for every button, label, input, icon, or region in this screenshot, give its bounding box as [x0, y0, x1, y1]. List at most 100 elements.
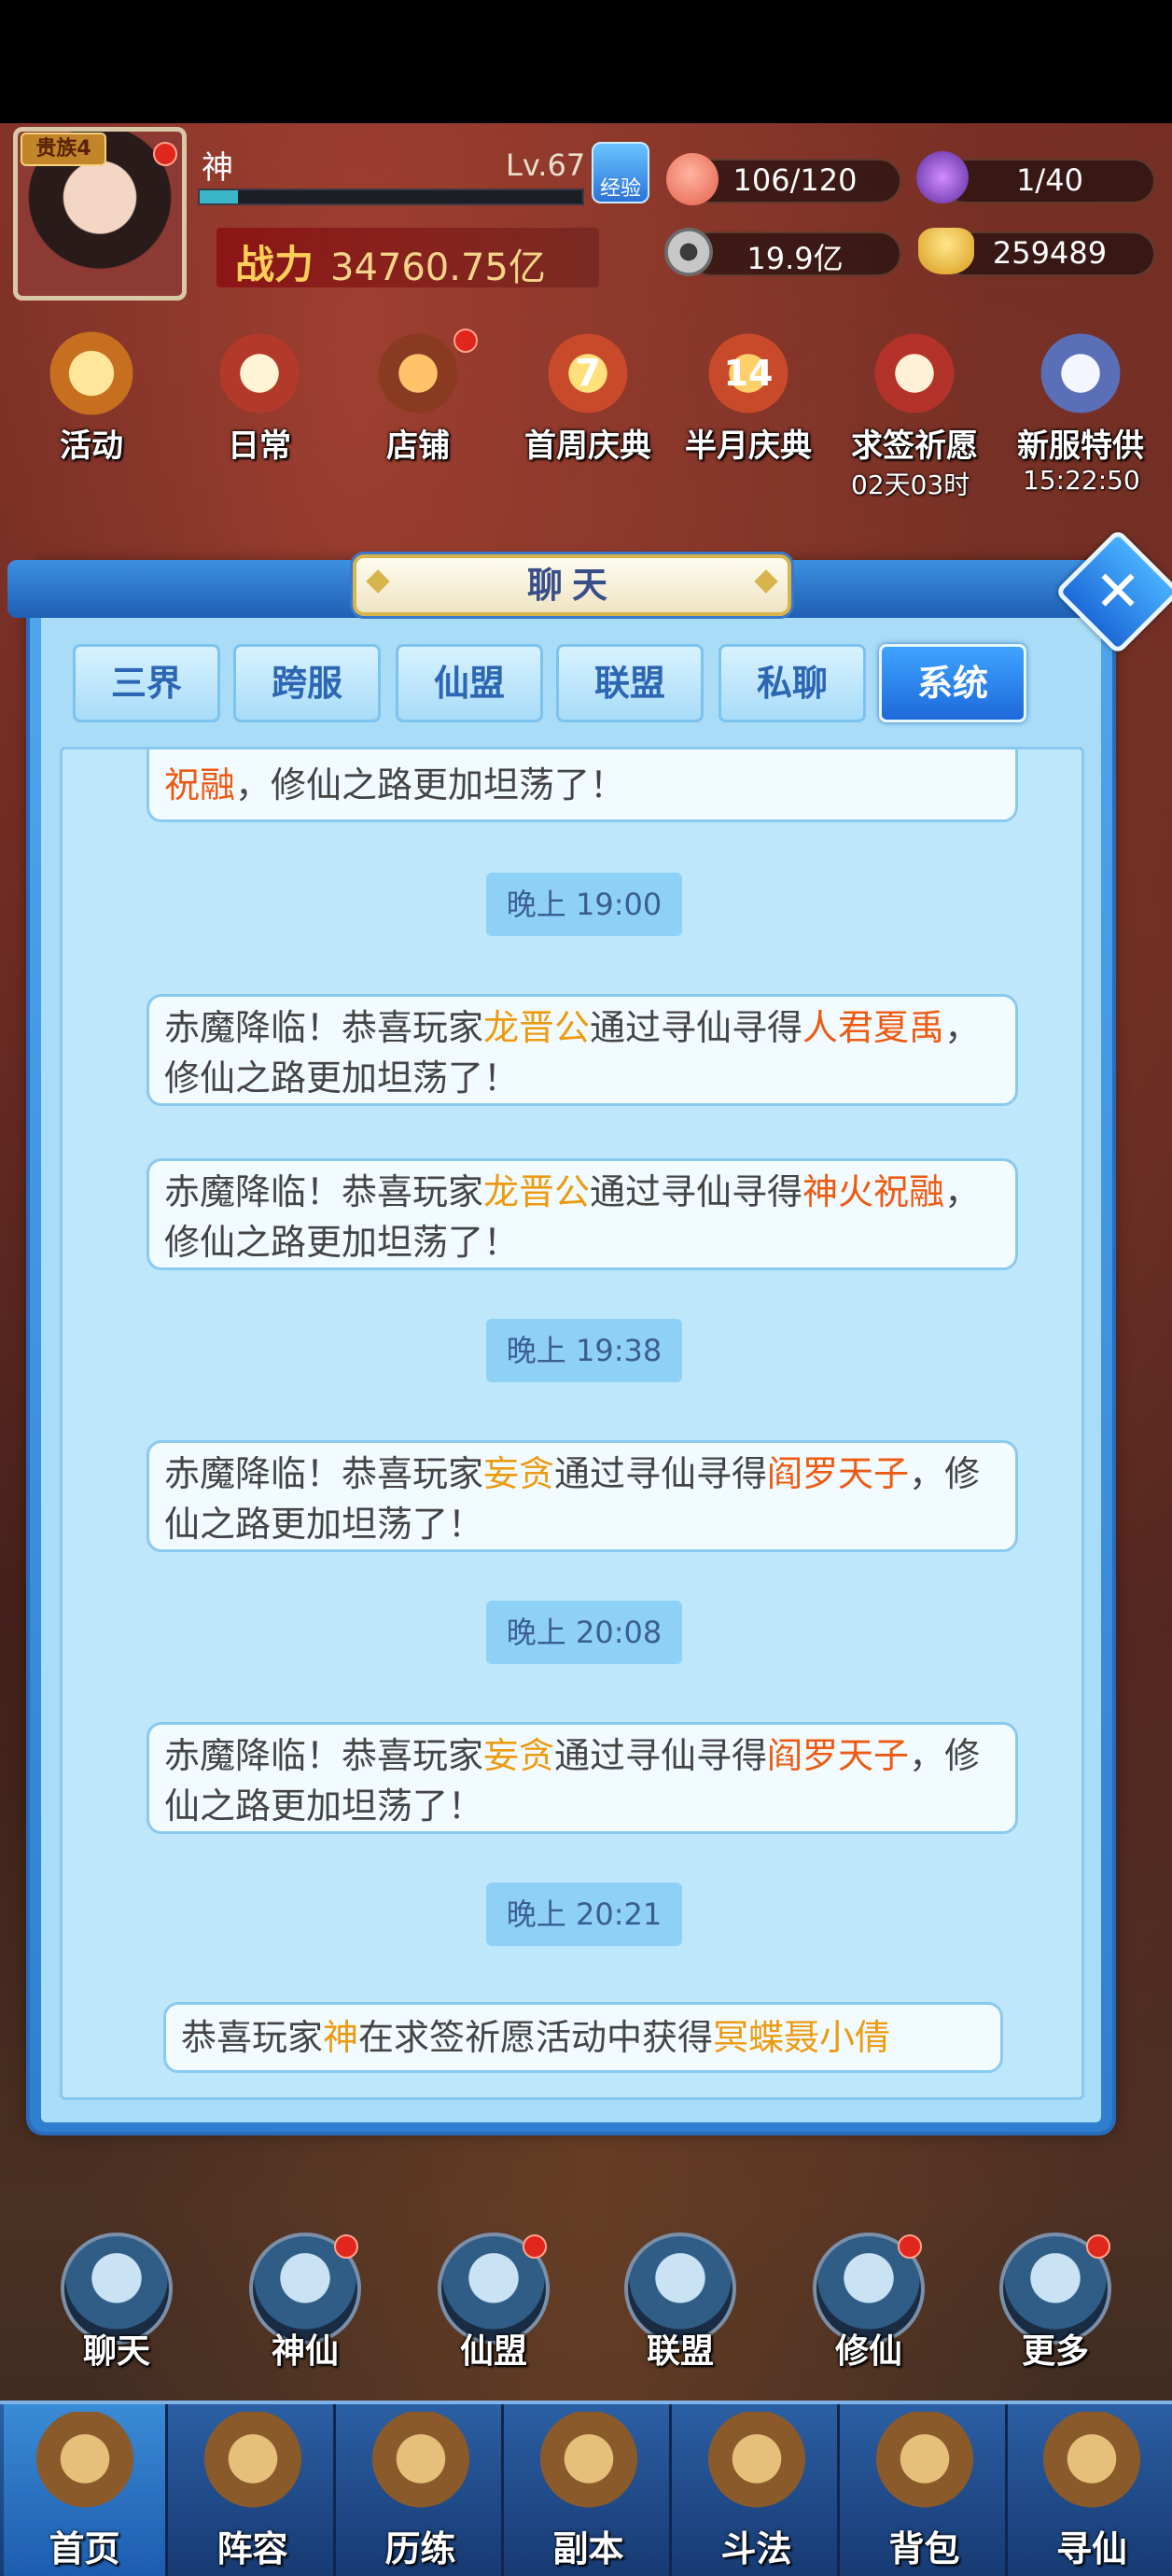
- message-highlight[interactable]: 龙晋公: [483, 1007, 590, 1048]
- celebration-icon: 14: [704, 329, 793, 418]
- tab-immortal-guild[interactable]: 仙盟: [396, 644, 543, 722]
- activity-label: 求签祈愿: [851, 427, 978, 465]
- activity-new-server[interactable]: 新服特供: [1006, 329, 1155, 466]
- nav-seek-immortal[interactable]: 寻仙: [1012, 2404, 1172, 2576]
- message-highlight[interactable]: 阎罗天子: [767, 1453, 909, 1494]
- message-highlight[interactable]: 神: [323, 2017, 358, 2058]
- player-name: 神: [202, 149, 233, 187]
- activity-daily[interactable]: 日常: [203, 329, 315, 466]
- exp-bar-fill: [200, 190, 238, 203]
- menu-label: 更多: [1021, 2332, 1089, 2371]
- chat-title: 聊天: [526, 565, 617, 606]
- menu-alliance[interactable]: 联盟: [620, 2233, 741, 2373]
- scroll-icon: [215, 329, 304, 418]
- menu-label: 仙盟: [459, 2332, 527, 2371]
- message-highlight[interactable]: 龙晋公: [483, 1171, 590, 1212]
- energy-value: 1/40: [1016, 162, 1083, 198]
- notification-dot: [453, 329, 478, 353]
- activity-event[interactable]: 活动: [35, 329, 147, 466]
- nav-label: 背包: [888, 2528, 960, 2569]
- message-text: 通过寻仙寻得: [590, 1007, 803, 1048]
- tab-alliance[interactable]: 联盟: [556, 644, 704, 722]
- message-text: 赤魔降临！恭喜玩家: [164, 1735, 484, 1776]
- exp-button[interactable]: 经验: [592, 142, 649, 203]
- nav-bag[interactable]: 背包: [844, 2404, 1008, 2576]
- timestamp: 晚上 20:08: [486, 1601, 682, 1664]
- message-text: ，修仙之路更加坦荡了！: [235, 764, 626, 805]
- message-text: 通过寻仙寻得: [554, 1453, 768, 1494]
- message-highlight[interactable]: 阎罗天子: [767, 1735, 909, 1776]
- nav-dungeon[interactable]: 副本: [508, 2404, 672, 2576]
- nav-label: 阵容: [216, 2528, 288, 2569]
- home-icon: [28, 2412, 141, 2516]
- message-text: 在求签祈愿活动中获得: [358, 2017, 714, 2058]
- activity-label: 活动: [60, 427, 123, 465]
- activity-label: 半月庆典: [685, 427, 812, 465]
- bag-icon: [868, 2412, 981, 2516]
- tab-cross-server[interactable]: 跨服: [233, 644, 381, 722]
- tab-private[interactable]: 私聊: [719, 644, 866, 722]
- notification-dot: [153, 142, 177, 166]
- celebration-icon: 7: [543, 329, 633, 418]
- activity-label: 新服特供: [1017, 427, 1144, 465]
- message-highlight[interactable]: 祝融: [164, 764, 235, 805]
- training-icon: [364, 2412, 477, 2516]
- activity-label: 首周庆典: [524, 427, 651, 465]
- coin-icon: [664, 228, 713, 276]
- vip-badge: 贵族4: [21, 133, 106, 166]
- menu-label: 聊天: [82, 2332, 150, 2371]
- message-highlight[interactable]: 冥蝶聂小倩: [713, 2017, 890, 2058]
- message-highlight[interactable]: 人君夏禹: [802, 1007, 944, 1048]
- fortune-timer: 02天03时: [851, 469, 970, 500]
- system-message: 恭喜玩家神在求签祈愿活动中获得冥蝶聂小倩: [163, 2002, 1003, 2073]
- system-message: 赤魔降临！恭喜玩家妄贪通过寻仙寻得阎罗天子，修仙之路更加坦荡了！: [146, 1440, 1018, 1552]
- character-icon: [1036, 329, 1125, 418]
- nav-duel[interactable]: 斗法: [676, 2404, 840, 2576]
- message-text: 通过寻仙寻得: [554, 1735, 768, 1776]
- message-highlight[interactable]: 妄贪: [483, 1735, 554, 1776]
- exp-bar: [198, 189, 584, 205]
- message-list[interactable]: 祝融，修仙之路更加坦荡了！ 晚上 19:00 赤魔降临！恭喜玩家龙晋公通过寻仙寻…: [60, 747, 1084, 2100]
- activity-fortune[interactable]: 求签祈愿: [840, 329, 989, 466]
- message-text: 通过寻仙寻得: [590, 1171, 803, 1212]
- timestamp: 晚上 19:00: [486, 873, 682, 936]
- system-message: 赤魔降临！恭喜玩家龙晋公通过寻仙寻得人君夏禹，修仙之路更加坦荡了！: [146, 994, 1018, 1106]
- nav-label: 历练: [384, 2528, 456, 2569]
- system-message: 祝融，修仙之路更加坦荡了！: [146, 749, 1018, 822]
- exp-button-label: 经验: [599, 177, 641, 201]
- lineup-icon: [196, 2412, 309, 2516]
- activity-first-week[interactable]: 7 首周庆典: [513, 329, 663, 466]
- message-highlight[interactable]: 神火祝融: [802, 1171, 944, 1212]
- menu-label: 修仙: [834, 2332, 902, 2371]
- system-message: 赤魔降临！恭喜玩家妄贪通过寻仙寻得阎罗天子，修仙之路更加坦荡了！: [146, 1722, 1018, 1834]
- menu-label: 神仙: [271, 2332, 339, 2371]
- message-highlight[interactable]: 妄贪: [483, 1453, 554, 1494]
- tab-system[interactable]: 系统: [879, 644, 1026, 722]
- stamina-value: 106/120: [732, 162, 858, 198]
- nav-label: 首页: [49, 2528, 120, 2569]
- tab-three-realms[interactable]: 三界: [73, 644, 220, 722]
- activity-half-month[interactable]: 14 半月庆典: [674, 329, 823, 466]
- gold-ingot-icon: [918, 228, 974, 274]
- close-icon[interactable]: ✕: [1073, 547, 1163, 637]
- player-level: Lv.67: [506, 147, 586, 183]
- timestamp: 晚上 19:38: [486, 1319, 682, 1382]
- nav-lineup[interactable]: 阵容: [172, 2404, 336, 2576]
- menu-chat[interactable]: 聊天: [56, 2233, 177, 2373]
- nav-label: 寻仙: [1055, 2528, 1127, 2569]
- shop-icon: [373, 329, 463, 418]
- gold-value: 259489: [992, 235, 1108, 271]
- message-text: 赤魔降临！恭喜玩家: [164, 1007, 484, 1048]
- drum-icon: [47, 329, 136, 418]
- nav-training[interactable]: 历练: [340, 2404, 504, 2576]
- duel-icon: [700, 2412, 813, 2516]
- system-message: 赤魔降临！恭喜玩家龙晋公通过寻仙寻得神火祝融，修仙之路更加坦荡了！: [146, 1158, 1018, 1270]
- menu-label: 联盟: [646, 2332, 714, 2371]
- notification-dot: [523, 2234, 547, 2259]
- nav-home[interactable]: 首页: [4, 2404, 168, 2576]
- activity-label: 店铺: [386, 427, 450, 465]
- coins-value: 19.9亿: [746, 241, 844, 276]
- chat-tabs: 三界 跨服 仙盟 联盟 私聊 系统: [67, 644, 1028, 726]
- nav-label: 副本: [552, 2528, 624, 2569]
- message-text: 赤魔降临！恭喜玩家: [164, 1453, 484, 1494]
